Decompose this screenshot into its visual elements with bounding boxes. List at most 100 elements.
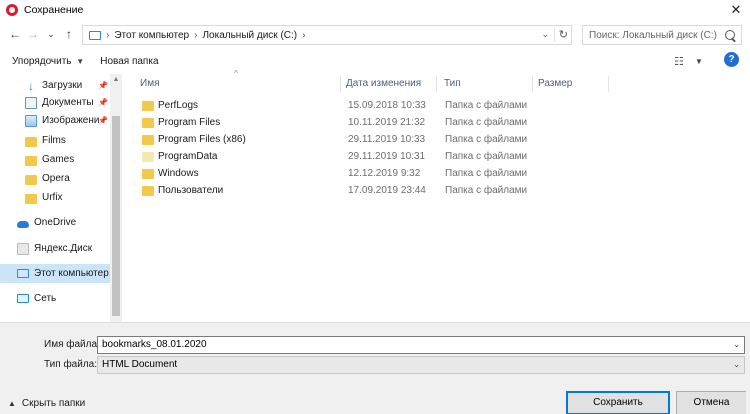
sidebar-item-urfix[interactable]: Urfix	[0, 188, 110, 207]
save-button[interactable]: Сохранить	[566, 391, 670, 414]
sidebar-item-yandex-disk[interactable]: Яндекс.Диск	[0, 239, 110, 258]
file-date: 10.11.2019 21:32	[348, 117, 426, 128]
yandex-disk-icon	[17, 242, 29, 255]
view-options-icon[interactable]: ☷	[674, 55, 684, 68]
file-row[interactable]: ProgramData 29.11.2019 10:31 Папка с фай…	[138, 148, 528, 165]
file-name: ProgramData	[158, 151, 218, 162]
column-header-size[interactable]: Размер	[538, 74, 572, 94]
folder-icon	[142, 168, 154, 179]
breadcrumb-local-disk[interactable]: Локальный диск (C:)	[202, 30, 297, 41]
file-date: 17.09.2019 23:44	[348, 185, 426, 196]
sidebar-item-label: Яндекс.Диск	[34, 243, 93, 254]
sidebar-item-pictures[interactable]: Изображени 📌	[0, 111, 110, 130]
sort-ascending-icon: ^	[234, 69, 238, 78]
new-folder-button[interactable]: Новая папка	[94, 53, 164, 70]
folder-icon	[25, 155, 37, 166]
column-divider[interactable]	[436, 76, 437, 92]
sidebar-item-label: Urfix	[42, 192, 63, 203]
search-input[interactable]: Поиск: Локальный диск (C:)	[582, 25, 742, 45]
sidebar-item-label: OneDrive	[34, 217, 77, 228]
sidebar-item-games[interactable]: Games	[0, 150, 110, 169]
folder-icon	[25, 174, 37, 185]
chevron-down-icon[interactable]: ⌄	[733, 337, 740, 353]
folder-icon	[25, 193, 37, 204]
breadcrumb-this-pc[interactable]: Этот компьютер	[114, 30, 189, 41]
title-bar: Сохранение ✕	[0, 0, 750, 20]
network-icon	[17, 294, 29, 303]
file-name: Program Files (x86)	[158, 134, 246, 145]
column-header-name[interactable]: Имя	[140, 74, 159, 94]
organize-button[interactable]: Упорядочить ▼	[6, 53, 90, 70]
filename-input[interactable]: bookmarks_08.01.2020 ⌄	[97, 336, 745, 354]
chevron-down-icon[interactable]: ▼	[695, 57, 703, 66]
up-icon[interactable]: ↑	[62, 27, 76, 41]
search-icon	[725, 30, 735, 40]
filetype-label: Тип файла:	[44, 359, 97, 370]
folder-icon	[142, 100, 154, 111]
filename-value: bookmarks_08.01.2020	[102, 339, 207, 350]
sidebar-item-documents[interactable]: Документы 📌	[0, 93, 110, 112]
file-row[interactable]: Program Files 10.11.2019 21:32 Папка с ф…	[138, 114, 528, 131]
file-type: Папка с файлами	[445, 151, 528, 162]
back-icon[interactable]: ←	[8, 27, 22, 41]
computer-icon	[89, 30, 101, 40]
sidebar-item-label: Games	[42, 154, 75, 165]
opera-logo-icon	[6, 4, 18, 16]
save-form: Имя файла: bookmarks_08.01.2020 ⌄ Тип фа…	[0, 322, 750, 414]
file-name: PerfLogs	[158, 100, 199, 111]
column-divider[interactable]	[532, 76, 533, 92]
pictures-icon	[25, 114, 37, 127]
column-header-type[interactable]: Тип	[444, 74, 461, 94]
sidebar-item-films[interactable]: Films	[0, 131, 110, 150]
address-bar[interactable]: › Этот компьютер › Локальный диск (C:) ›…	[82, 25, 572, 45]
sidebar-item-opera[interactable]: Opera	[0, 169, 110, 188]
scrollbar-thumb[interactable]	[112, 116, 120, 316]
file-type: Папка с файлами	[445, 185, 528, 196]
computer-icon	[17, 269, 29, 278]
file-list: ^ Имя Дата изменения Тип Размер PerfLogs…	[124, 69, 750, 322]
breadcrumb-separator: ›	[106, 29, 110, 41]
folder-icon	[142, 185, 154, 196]
file-row[interactable]: Пользователи 17.09.2019 23:44 Папка с фа…	[138, 182, 528, 199]
recent-locations-icon[interactable]: ⌄	[44, 27, 58, 41]
column-header-date[interactable]: Дата изменения	[346, 74, 421, 94]
file-type: Папка с файлами	[445, 134, 528, 145]
column-divider[interactable]	[340, 76, 341, 92]
search-placeholder: Поиск: Локальный диск (C:)	[589, 29, 717, 41]
cancel-button[interactable]: Отмена	[676, 391, 746, 414]
sidebar-item-network[interactable]: Сеть	[0, 289, 110, 308]
file-type: Папка с файлами	[445, 117, 528, 128]
close-icon[interactable]: ✕	[728, 2, 744, 18]
sidebar-item-label: Этот компьютер	[34, 268, 109, 279]
navigation-scrollbar[interactable]: ▲	[110, 74, 122, 322]
folder-icon	[25, 136, 37, 147]
downloads-icon: ↓	[28, 78, 34, 93]
column-divider[interactable]	[608, 76, 609, 92]
forward-icon[interactable]: →	[26, 27, 40, 41]
folder-icon	[142, 134, 154, 145]
filename-label: Имя файла:	[44, 339, 100, 350]
hide-folders-label: Скрыть папки	[21, 398, 86, 409]
file-row[interactable]: Program Files (x86) 29.11.2019 10:33 Пап…	[138, 131, 528, 148]
file-row[interactable]: PerfLogs 15.09.2018 10:33 Папка с файлам…	[138, 97, 528, 114]
refresh-icon[interactable]: ↻	[553, 28, 568, 42]
sidebar-item-onedrive[interactable]: OneDrive	[0, 213, 110, 232]
organize-label: Упорядочить	[12, 55, 72, 67]
help-icon[interactable]: ?	[724, 52, 739, 67]
chevron-down-icon[interactable]: ⌄	[541, 29, 549, 40]
breadcrumb-separator[interactable]: ›	[302, 30, 305, 41]
file-row[interactable]: Windows 12.12.2019 9:32 Папка с файлами	[138, 165, 528, 182]
onedrive-icon	[17, 220, 29, 228]
file-date: 29.11.2019 10:33	[348, 134, 426, 145]
chevron-up-icon: ▲	[8, 399, 16, 408]
file-name: Пользователи	[158, 185, 224, 196]
window-title: Сохранение	[24, 4, 84, 16]
filetype-value: HTML Document	[102, 359, 178, 370]
pin-icon: 📌	[98, 116, 108, 125]
hidden-folder-icon	[142, 151, 154, 162]
hide-folders-toggle[interactable]: ▲ Скрыть папки	[8, 398, 85, 409]
sidebar-item-this-pc[interactable]: Этот компьютер	[0, 264, 110, 283]
scroll-up-icon[interactable]: ▲	[110, 74, 122, 86]
filetype-select[interactable]: HTML Document ⌄	[97, 356, 745, 374]
sidebar-item-label: Opera	[42, 173, 70, 184]
